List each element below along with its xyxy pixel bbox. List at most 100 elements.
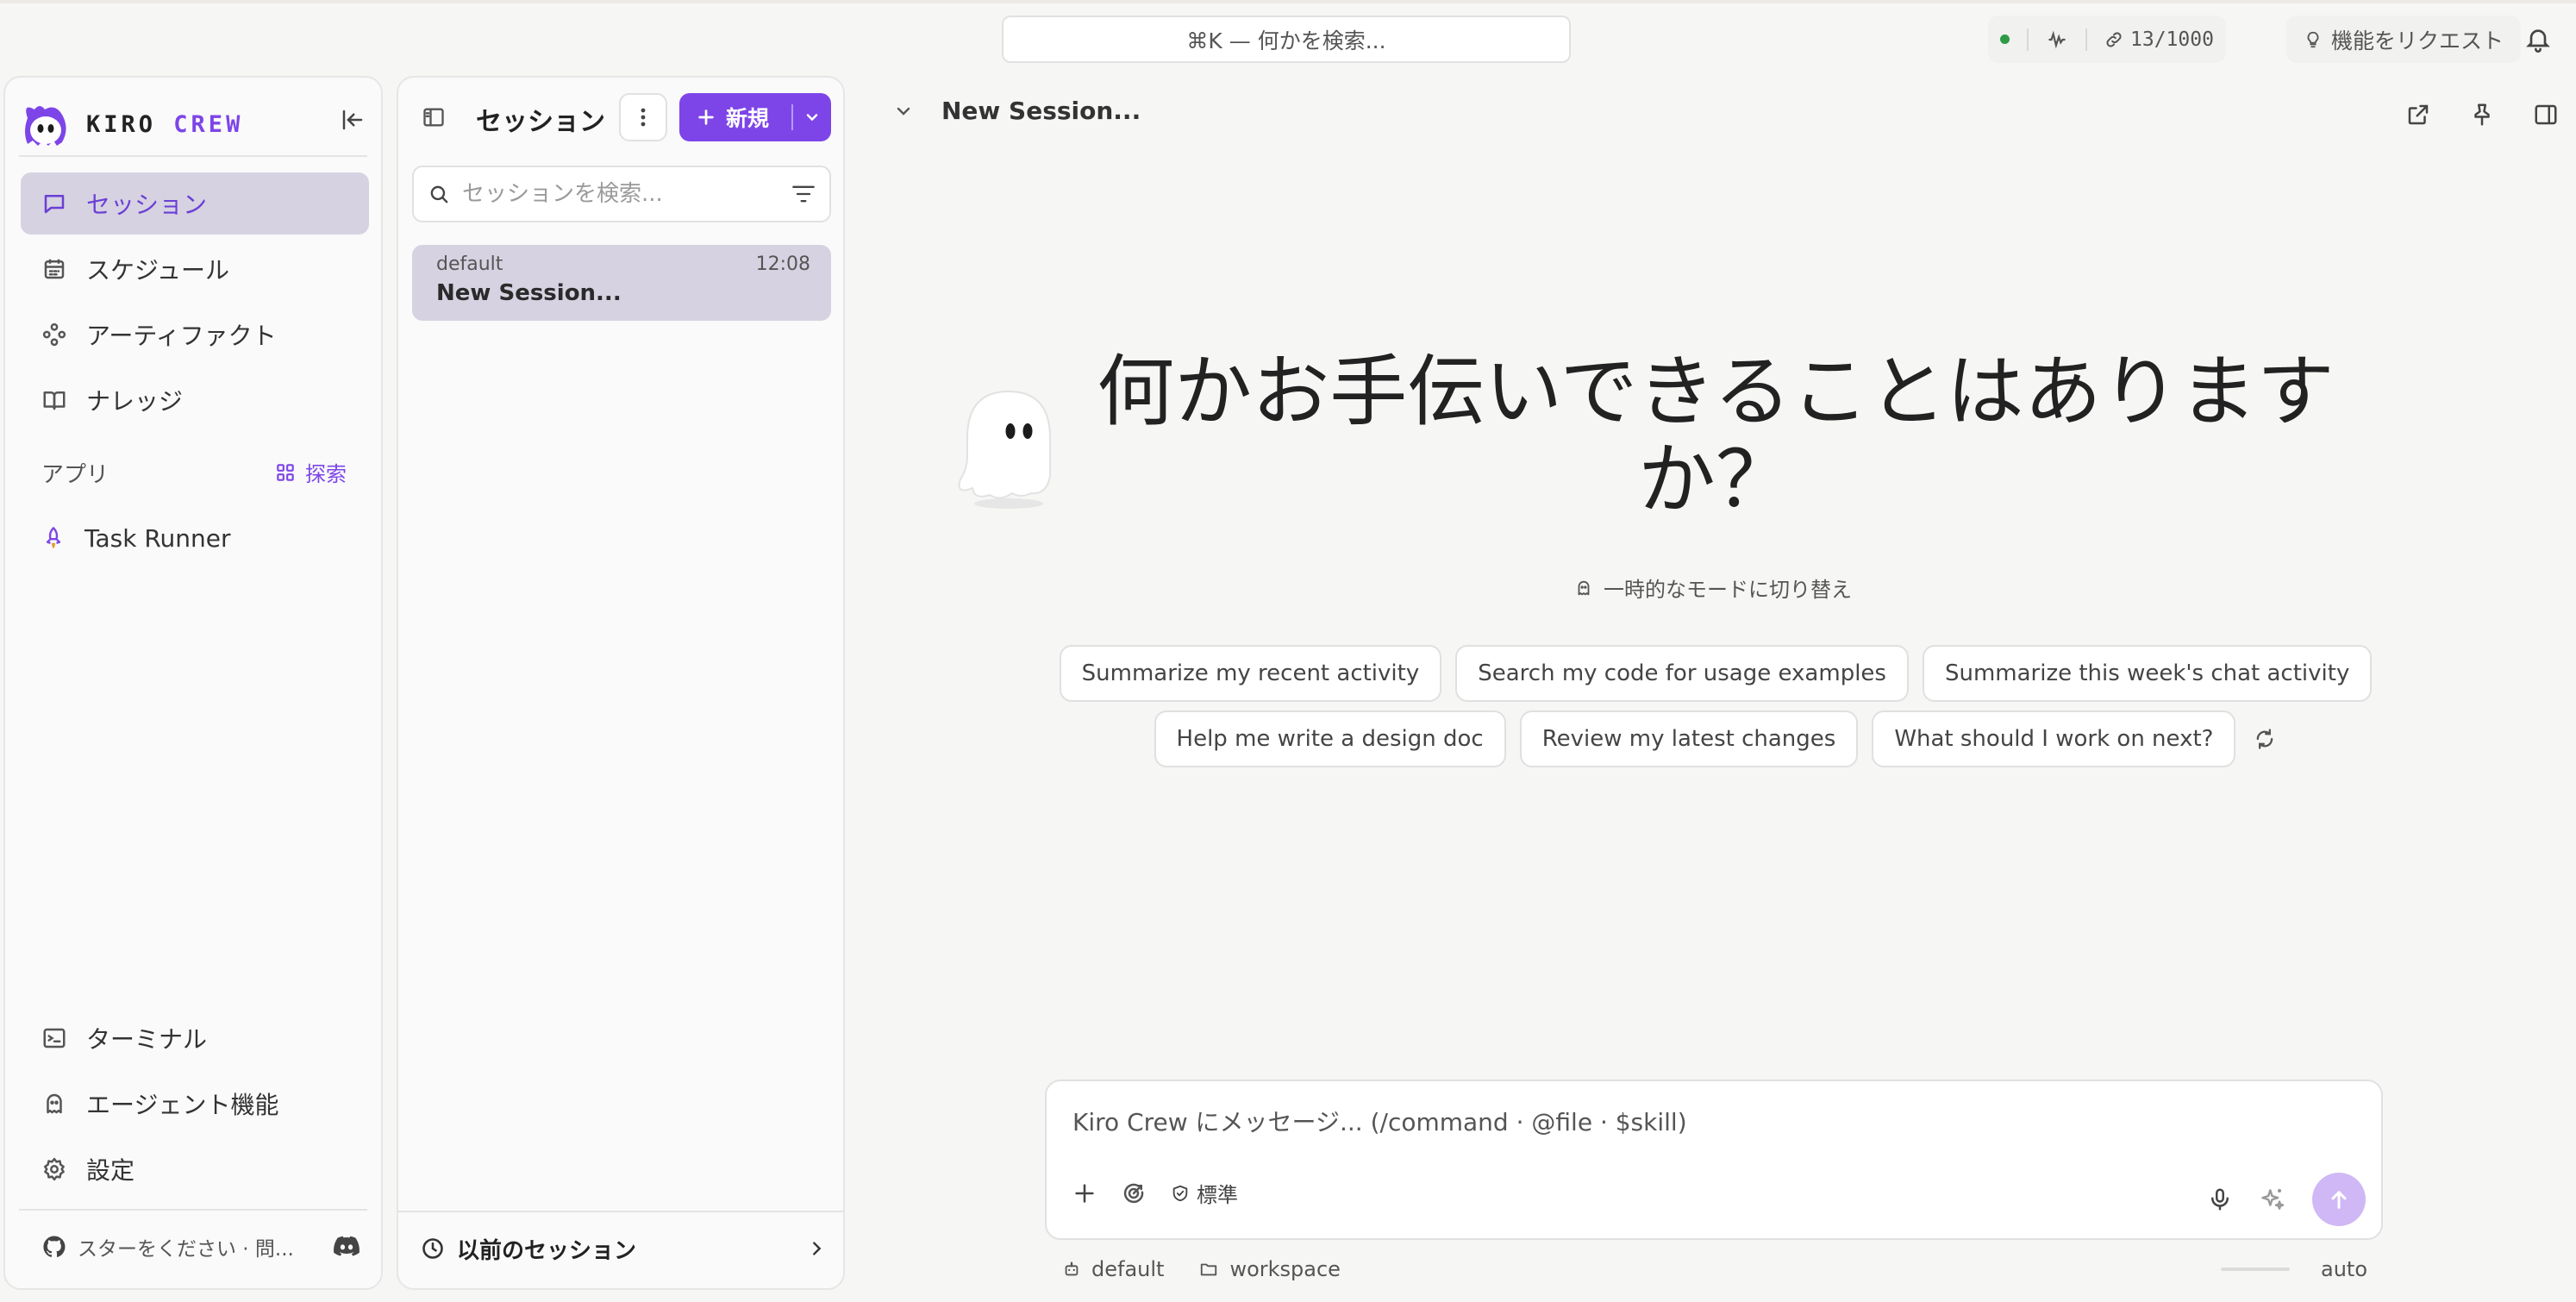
sidebar-item-label: エージェント機能 xyxy=(86,1091,279,1119)
sidebar-item-label: ターミナル xyxy=(86,1025,208,1054)
rocket-icon xyxy=(41,525,66,551)
new-session-dropdown[interactable] xyxy=(793,109,831,126)
new-session-label: 新規 xyxy=(726,106,770,131)
sidebar-item-label: ナレッジ xyxy=(86,387,184,416)
brand[interactable]: KIRO CREW xyxy=(19,90,243,159)
refresh-suggestions-icon[interactable] xyxy=(2253,727,2277,751)
temporary-mode-label: 一時的なモードに切り替え xyxy=(1604,578,1852,602)
session-search-field[interactable] xyxy=(412,166,831,222)
model-selector[interactable]: auto xyxy=(2221,1257,2367,1281)
request-feature-button[interactable]: 機能をリクエスト xyxy=(2286,16,2522,63)
link-icon xyxy=(2104,30,2123,49)
chat-bubble-icon xyxy=(41,191,67,216)
divider xyxy=(2027,28,2029,51)
sidebar-item-agent-features[interactable]: エージェント機能 xyxy=(21,1073,369,1135)
new-session-button[interactable]: 新規 xyxy=(679,93,831,141)
agent-selector[interactable]: default xyxy=(1062,1257,1164,1281)
suggestion-chip[interactable]: Help me write a design doc xyxy=(1154,710,1506,767)
request-feature-label: 機能をリクエスト xyxy=(2331,28,2504,53)
artifact-icon xyxy=(41,322,67,347)
chevron-right-icon xyxy=(807,1239,826,1258)
usage-counter[interactable]: 13/1000 xyxy=(2104,28,2214,51)
sidebar-item-sessions[interactable]: セッション xyxy=(21,172,369,235)
panel-toggle-icon[interactable] xyxy=(421,105,447,129)
session-header: New Session... xyxy=(893,97,1141,125)
divider xyxy=(398,1211,843,1212)
suggestion-chip[interactable]: Summarize my recent activity xyxy=(1059,645,1442,702)
explore-label: 探索 xyxy=(305,462,347,486)
attach-plus-icon[interactable] xyxy=(1072,1181,1097,1205)
right-panel-toggle-icon[interactable] xyxy=(2533,102,2559,128)
ghost-mascot-icon xyxy=(955,386,1059,512)
session-search-input[interactable] xyxy=(462,181,779,207)
session-name[interactable]: New Session... xyxy=(941,97,1141,125)
connection-status-icon xyxy=(2000,34,2010,44)
model-label: auto xyxy=(2321,1257,2368,1281)
chevron-down-icon xyxy=(803,109,821,126)
lightbulb-icon xyxy=(2304,29,2323,50)
github-icon xyxy=(41,1234,67,1260)
sidebar-item-terminal[interactable]: ターミナル xyxy=(21,1007,369,1069)
composer-footer: default workspace xyxy=(1062,1257,1341,1281)
suggestion-chip[interactable]: Search my code for usage examples xyxy=(1455,645,1909,702)
sessions-panel: セッション 新規 default 12:08 xyxy=(397,76,845,1290)
sidebar-item-label: セッション xyxy=(86,191,208,219)
divider xyxy=(2085,28,2087,51)
previous-sessions-button[interactable]: 以前のセッション xyxy=(421,1230,826,1268)
session-list-item[interactable]: default 12:08 New Session... xyxy=(412,245,831,321)
sidebar-item-task-runner[interactable]: Task Runner xyxy=(21,507,369,569)
sidebar-item-label: スケジュール xyxy=(86,256,230,285)
arrow-up-icon xyxy=(2327,1187,2351,1211)
folder-label: workspace xyxy=(1229,1257,1341,1281)
kiro-logo-icon xyxy=(19,97,72,151)
temporary-mode-toggle[interactable]: 一時的なモードに切り替え xyxy=(1574,573,1852,603)
microphone-icon[interactable] xyxy=(2207,1186,2233,1213)
ghost-icon xyxy=(41,1091,67,1117)
previous-sessions-label: 以前のセッション xyxy=(457,1237,637,1264)
search-icon xyxy=(428,183,450,205)
terminal-icon xyxy=(41,1025,67,1051)
sidebar-item-schedule[interactable]: スケジュール xyxy=(21,238,369,300)
book-open-icon xyxy=(41,387,67,413)
gear-icon xyxy=(41,1156,67,1182)
sidebar-item-label: Task Runner xyxy=(84,523,231,553)
folder-selector[interactable]: workspace xyxy=(1198,1257,1341,1281)
filter-icon[interactable] xyxy=(791,184,816,204)
session-workspace: default xyxy=(436,254,503,275)
suggestion-chip[interactable]: Summarize this week's chat activity xyxy=(1922,645,2373,702)
sidebar-item-label: アーティファクト xyxy=(86,322,277,350)
sparkle-icon[interactable] xyxy=(2259,1186,2286,1213)
pin-icon[interactable] xyxy=(2469,102,2495,128)
github-star-link[interactable]: スターをください · 問... xyxy=(41,1230,360,1264)
calendar-icon xyxy=(41,256,67,282)
suggestion-chip[interactable]: What should I work on next? xyxy=(1872,710,2236,767)
notification-bell-icon[interactable] xyxy=(2524,24,2552,53)
divider xyxy=(19,155,367,157)
sidebar-item-settings[interactable]: 設定 xyxy=(21,1138,369,1200)
top-border xyxy=(0,0,2576,3)
sidebar-item-artifacts[interactable]: アーティファクト xyxy=(21,304,369,366)
divider xyxy=(19,1209,367,1211)
explore-apps-button[interactable]: 探索 xyxy=(274,457,347,487)
more-options-button[interactable] xyxy=(619,93,667,141)
sidebar: KIRO CREW セッション スケジュール アーティファクト ナレッジ アプリ… xyxy=(3,76,383,1290)
context-usage-bar xyxy=(2221,1268,2290,1271)
target-icon[interactable] xyxy=(1121,1180,1147,1206)
session-time: 12:08 xyxy=(755,254,810,275)
ghost-icon xyxy=(1574,578,1593,598)
sidebar-item-knowledge[interactable]: ナレッジ xyxy=(21,369,369,431)
plus-icon xyxy=(697,108,716,127)
send-button[interactable] xyxy=(2312,1173,2366,1226)
open-external-icon[interactable] xyxy=(2405,102,2431,128)
suggestion-chip[interactable]: Review my latest changes xyxy=(1519,710,1859,767)
command-search-button[interactable]: ⌘K — 何かを検索... xyxy=(1002,16,1571,63)
activity-icon[interactable] xyxy=(2046,28,2068,51)
kebab-menu-icon xyxy=(640,107,647,128)
mode-selector[interactable]: 標準 xyxy=(1171,1178,1238,1208)
command-search-label: ⌘K — 何かを検索... xyxy=(1186,28,1386,53)
collapse-sidebar-icon[interactable] xyxy=(340,107,366,133)
agent-label: default xyxy=(1091,1257,1165,1281)
message-input[interactable] xyxy=(1072,1100,2348,1143)
discord-icon[interactable] xyxy=(333,1236,360,1258)
chevron-down-icon[interactable] xyxy=(893,101,914,122)
